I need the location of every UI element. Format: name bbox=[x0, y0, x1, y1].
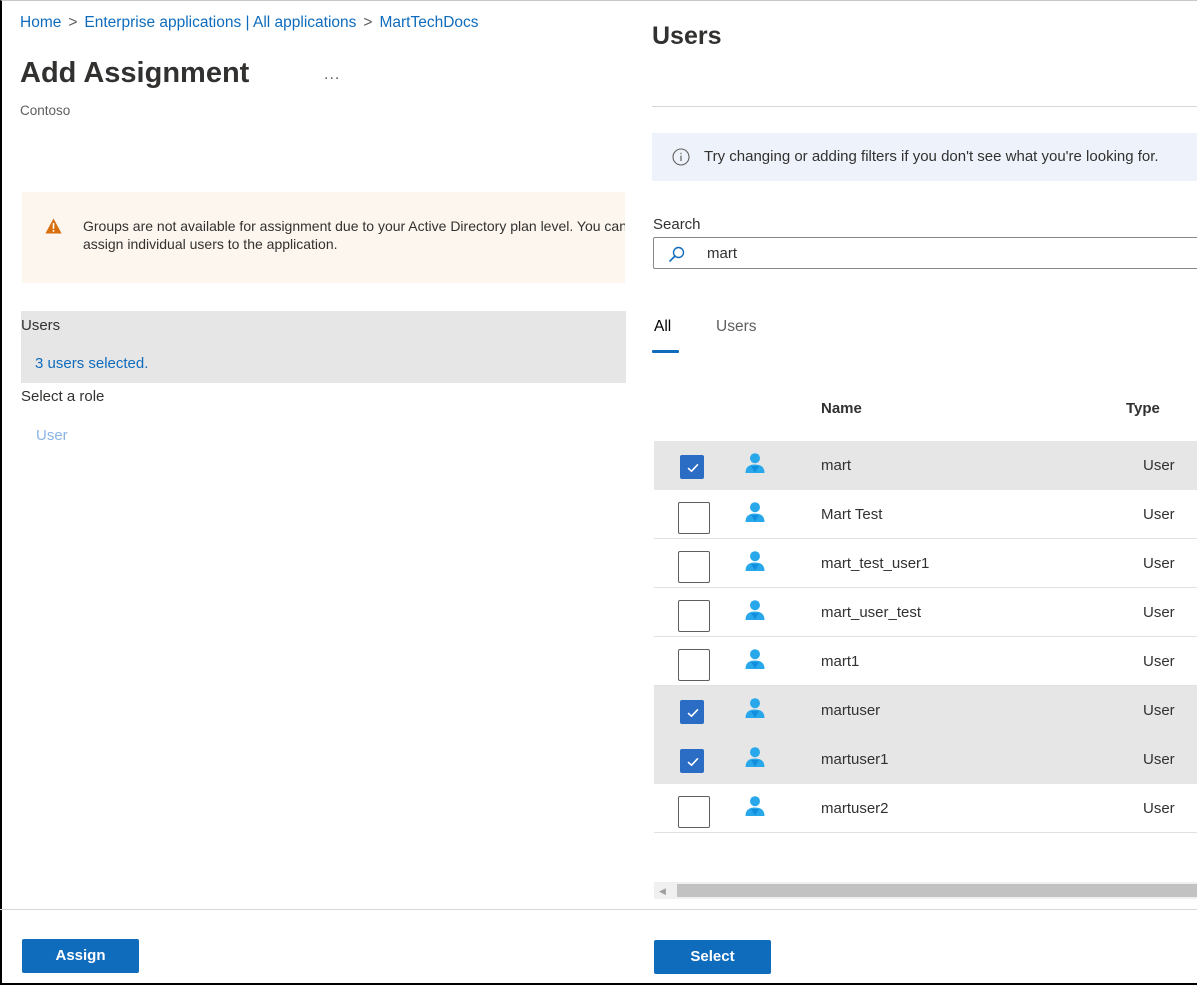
row-type: User bbox=[1143, 506, 1175, 523]
row-checkbox[interactable] bbox=[678, 796, 710, 828]
users-picker-pane: Users Try changing or adding filters if … bbox=[632, 0, 1197, 983]
users-panel-title: Users bbox=[652, 22, 722, 50]
table-row[interactable]: mart_test_user1 User bbox=[654, 539, 1197, 588]
row-name: mart bbox=[821, 457, 851, 474]
row-checkbox[interactable] bbox=[680, 749, 704, 773]
select-button[interactable]: Select bbox=[654, 940, 771, 974]
table-row[interactable]: martuser User bbox=[654, 686, 1197, 735]
breadcrumb-separator: > bbox=[363, 14, 373, 31]
user-icon bbox=[745, 698, 765, 718]
checkmark-icon bbox=[687, 758, 699, 766]
row-type: User bbox=[1143, 604, 1175, 621]
breadcrumb-enterprise-applications[interactable]: Enterprise applications | All applicatio… bbox=[84, 14, 356, 31]
table-row[interactable]: martuser1 User bbox=[654, 735, 1197, 784]
table-row[interactable]: Mart Test User bbox=[654, 490, 1197, 539]
breadcrumb-app[interactable]: MartTechDocs bbox=[379, 14, 478, 31]
users-selected-link[interactable]: 3 users selected. bbox=[35, 355, 148, 372]
row-checkbox[interactable] bbox=[678, 600, 710, 632]
column-header-name[interactable]: Name bbox=[821, 400, 862, 417]
info-icon bbox=[672, 148, 690, 166]
row-checkbox[interactable] bbox=[680, 700, 704, 724]
column-header-type[interactable]: Type bbox=[1126, 400, 1160, 417]
scroll-left-arrow-icon[interactable]: ◀ bbox=[659, 886, 666, 897]
row-name: mart1 bbox=[821, 653, 860, 670]
user-icon bbox=[745, 796, 765, 816]
table-row[interactable]: mart_user_test User bbox=[654, 588, 1197, 637]
user-icon bbox=[745, 747, 765, 767]
row-name: mart_test_user1 bbox=[821, 555, 930, 572]
row-name: mart_user_test bbox=[821, 604, 922, 621]
row-checkbox[interactable] bbox=[680, 455, 704, 479]
tab-all[interactable]: All bbox=[654, 318, 671, 336]
page-title: Add Assignment bbox=[20, 57, 250, 89]
search-box[interactable] bbox=[653, 237, 1197, 269]
more-options-button[interactable]: ... bbox=[324, 66, 340, 84]
horizontal-scrollbar[interactable]: ◀ bbox=[654, 882, 1197, 899]
role-value-link[interactable]: User bbox=[36, 427, 68, 444]
row-type: User bbox=[1143, 457, 1175, 474]
user-icon bbox=[745, 502, 765, 522]
row-name: martuser2 bbox=[821, 800, 889, 817]
warning-banner: Groups are not available for assignment … bbox=[22, 192, 625, 283]
scrollbar-thumb[interactable] bbox=[677, 884, 1197, 897]
row-type: User bbox=[1143, 751, 1175, 768]
table-row[interactable]: martuser2 User bbox=[654, 784, 1197, 833]
row-checkbox[interactable] bbox=[678, 502, 710, 534]
users-label: Users bbox=[21, 317, 61, 334]
search-icon bbox=[669, 246, 685, 262]
row-name: martuser1 bbox=[821, 751, 889, 768]
checkmark-icon bbox=[687, 464, 699, 472]
checkmark-icon bbox=[687, 709, 699, 717]
assign-button[interactable]: Assign bbox=[22, 939, 139, 973]
row-checkbox[interactable] bbox=[678, 551, 710, 583]
users-selection[interactable]: Users 3 users selected. bbox=[21, 311, 626, 383]
row-type: User bbox=[1143, 653, 1175, 670]
search-input[interactable] bbox=[707, 242, 1187, 264]
row-type: User bbox=[1143, 702, 1175, 719]
search-label: Search bbox=[653, 216, 701, 233]
row-name: Mart Test bbox=[821, 506, 883, 523]
breadcrumb-home[interactable]: Home bbox=[20, 14, 61, 31]
breadcrumb-separator: > bbox=[68, 14, 78, 31]
user-icon bbox=[745, 551, 765, 571]
info-banner: Try changing or adding filters if you do… bbox=[652, 133, 1197, 181]
tenant-name: Contoso bbox=[20, 103, 71, 118]
user-icon bbox=[745, 453, 765, 473]
row-type: User bbox=[1143, 555, 1175, 572]
active-tab-indicator bbox=[652, 350, 679, 353]
warning-triangle-icon bbox=[45, 218, 62, 234]
breadcrumb: Home > Enterprise applications | All appli… bbox=[20, 14, 479, 32]
tab-users[interactable]: Users bbox=[716, 318, 756, 336]
info-message: Try changing or adding filters if you do… bbox=[704, 148, 1159, 165]
table-row[interactable]: mart1 User bbox=[654, 637, 1197, 686]
warning-message: Groups are not available for assignment … bbox=[83, 218, 625, 252]
add-assignment-pane: Home > Enterprise applications | All appli… bbox=[2, 0, 632, 983]
user-icon bbox=[745, 649, 765, 669]
row-checkbox[interactable] bbox=[678, 649, 710, 681]
user-icon bbox=[745, 600, 765, 620]
table-row[interactable]: mart User bbox=[654, 441, 1197, 490]
panel-divider bbox=[652, 106, 1197, 107]
select-role-label: Select a role bbox=[21, 388, 105, 405]
row-type: User bbox=[1143, 800, 1175, 817]
row-name: martuser bbox=[821, 702, 881, 719]
users-list: mart User Mart Test User mart_test_user1 User… bbox=[654, 441, 1197, 833]
